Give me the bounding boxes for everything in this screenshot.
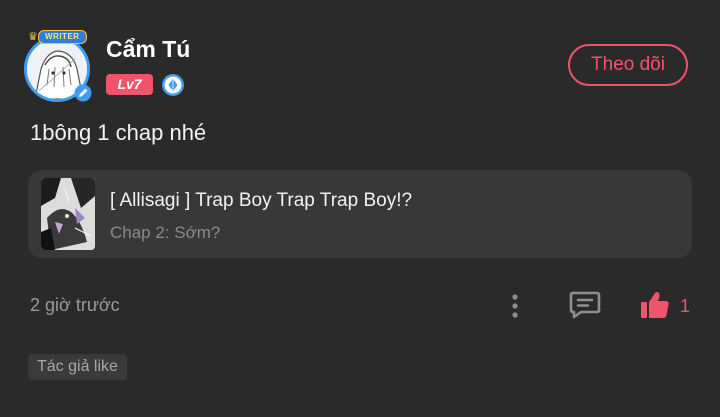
like-button[interactable]: 1 [640,288,696,322]
post-text: 1bông 1 chap nhé [30,120,207,145]
crown-icon: ♛ [28,31,38,43]
more-vertical-icon[interactable] [504,292,526,320]
diamond-verified-icon [162,74,184,96]
comment-icon[interactable] [569,290,601,320]
story-title: [ Allisagi ] Trap Boy Trap Trap Boy!? [110,190,413,211]
author-liked-tag: Tác giả like [28,354,127,380]
comment-post: ♛ WRITER Cẩm Tú Lv7 Theo dõi 1bông 1 cha… [0,0,720,417]
story-thumbnail [41,178,95,250]
like-count: 1 [680,296,691,316]
author-name[interactable]: Cẩm Tú [106,36,190,63]
avatar[interactable]: ♛ WRITER [20,30,96,106]
pencil-icon [74,84,92,102]
writer-badge: WRITER [38,30,87,44]
follow-button[interactable]: Theo dõi [568,44,688,86]
thumbs-up-icon [641,292,669,318]
post-timestamp: 2 giờ trước [30,295,120,315]
level-badge: Lv7 [106,74,153,95]
story-chapter: Chap 2: Sớm? [110,223,221,242]
linked-story-card[interactable]: [ Allisagi ] Trap Boy Trap Trap Boy!? Ch… [28,170,692,258]
